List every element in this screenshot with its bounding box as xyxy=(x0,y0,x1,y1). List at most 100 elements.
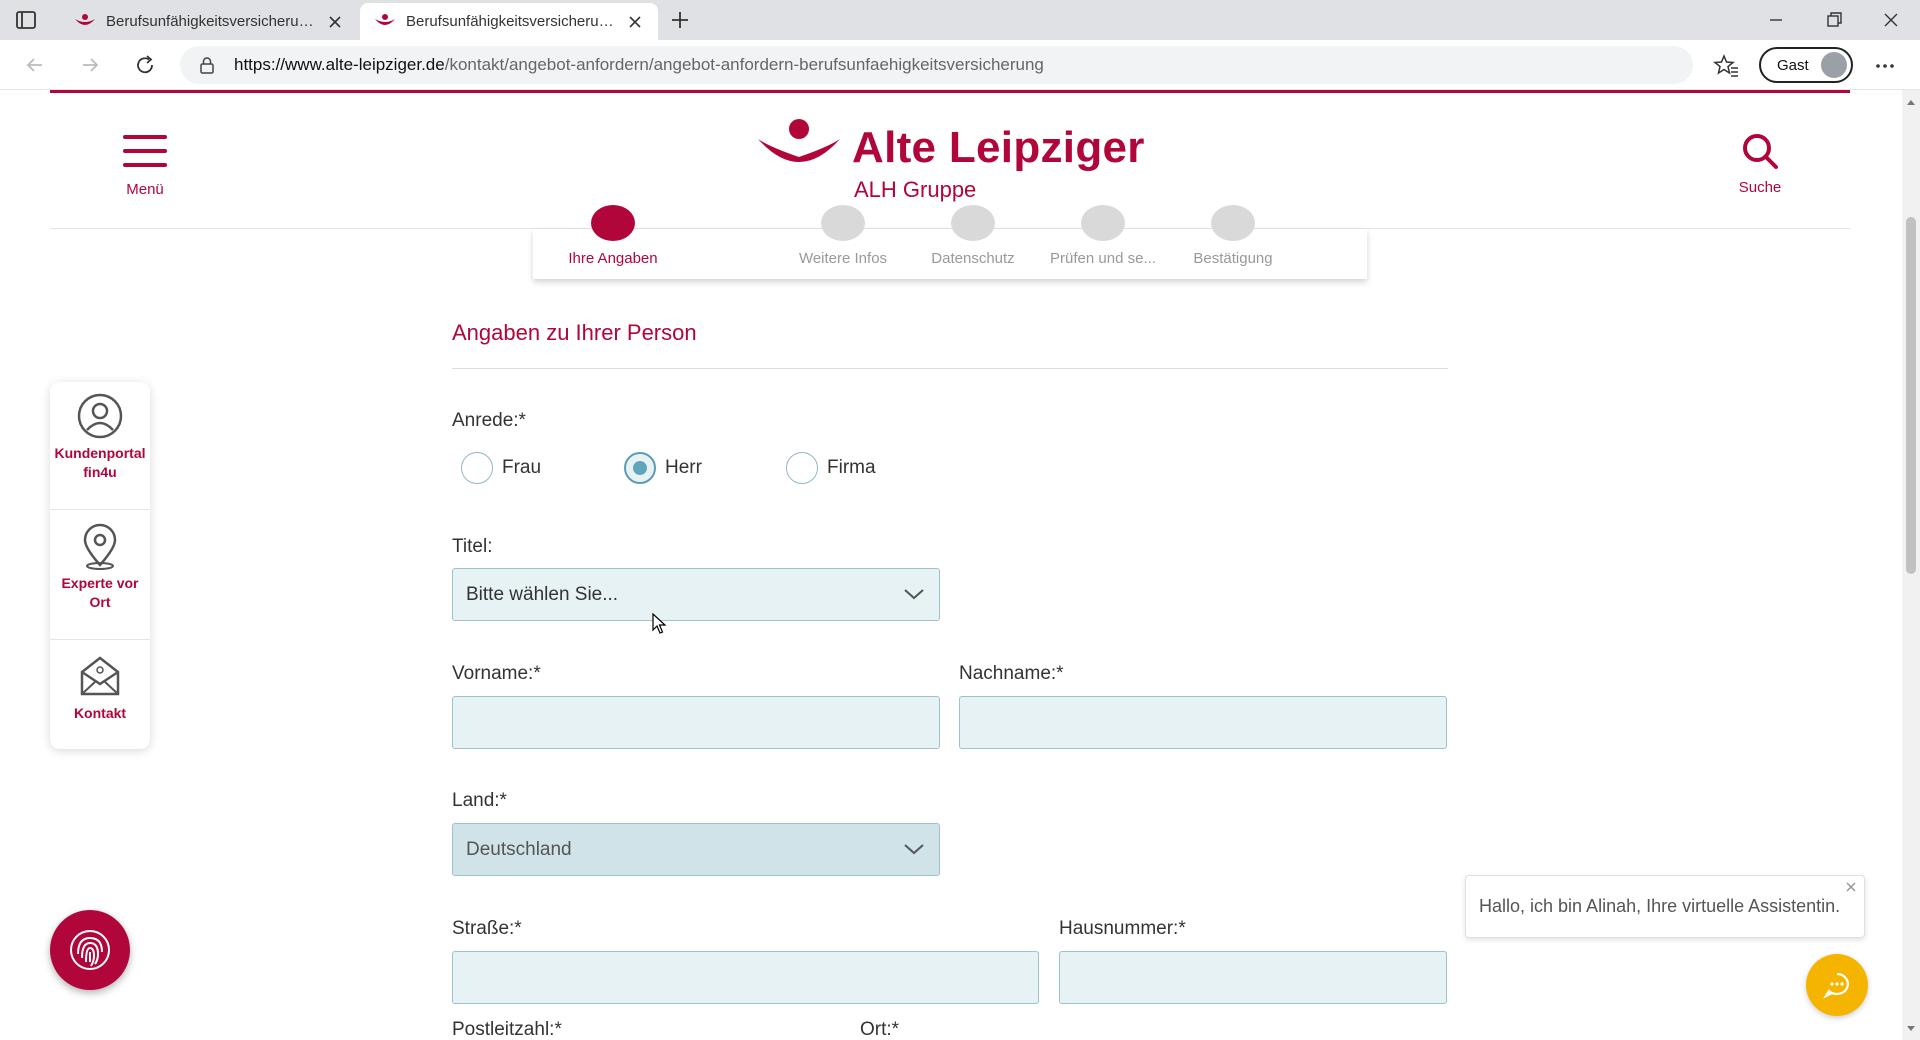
logo-subtitle: ALH Gruppe xyxy=(854,177,977,202)
sidebar-item-experte[interactable]: Experte vor Ort xyxy=(50,522,150,612)
land-select-value: Deutschland xyxy=(466,838,572,860)
scroll-down-icon[interactable] xyxy=(1906,1025,1916,1033)
browser-tab-2[interactable]: Berufsunfähigkeitsversicherung | xyxy=(360,3,658,40)
step-indicator xyxy=(591,205,635,241)
sidebar-item-kundenportal[interactable]: Kundenportal fin4u xyxy=(50,392,150,482)
scroll-up-icon[interactable] xyxy=(1906,98,1916,106)
page-viewport: Menü Alte Leipziger ALH Gruppe Suche Ihr… xyxy=(0,90,1902,1040)
browser-address-bar: https://www.alte-leipziger.de/kontakt/an… xyxy=(0,40,1920,90)
favorites-star-icon[interactable] xyxy=(1713,53,1739,79)
back-icon[interactable] xyxy=(22,52,48,78)
fingerprint-icon xyxy=(70,930,110,970)
sidebar-toggle-icon[interactable] xyxy=(14,8,38,32)
hausnummer-input[interactable] xyxy=(1059,951,1447,1004)
plz-label: Postleitzahl:* xyxy=(452,1019,562,1040)
scrollbar-thumb[interactable] xyxy=(1906,217,1916,574)
search-button[interactable]: Suche xyxy=(1730,131,1790,196)
step-label: Weitere Infos xyxy=(798,250,888,267)
site-logo[interactable]: Alte Leipziger ALH Gruppe xyxy=(756,117,1156,207)
step-label: Datenschutz xyxy=(931,250,1015,267)
close-icon[interactable] xyxy=(326,13,344,31)
titel-select[interactable]: Bitte wählen Sie... xyxy=(452,568,940,621)
step-indicator xyxy=(1211,205,1255,241)
step-bestaetigung: Bestätigung xyxy=(1163,205,1303,279)
section-divider xyxy=(452,368,1448,369)
strasse-label: Straße:* xyxy=(452,918,522,939)
url-domain: https://www.alte-leipziger.de xyxy=(234,55,445,74)
menu-button[interactable]: Menü xyxy=(120,133,170,198)
radio-herr[interactable]: Herr xyxy=(624,452,702,484)
search-icon xyxy=(1743,134,1778,169)
new-tab-icon[interactable] xyxy=(668,8,692,32)
reload-icon[interactable] xyxy=(132,52,158,78)
chat-greeting-bubble[interactable]: Hallo, ich bin Alinah, Ihre virtuelle As… xyxy=(1465,875,1865,938)
radio-label: Firma xyxy=(827,457,876,478)
browser-tab-1[interactable]: Berufsunfähigkeitsversicherung | xyxy=(60,3,358,40)
profile-button[interactable]: Gast xyxy=(1759,47,1853,83)
url-path: /kontakt/angebot-anfordern/angebot-anfor… xyxy=(444,55,1044,74)
step-indicator xyxy=(951,205,995,241)
land-label: Land:* xyxy=(452,790,507,811)
sidebar-item-label: Experte vor Ort xyxy=(61,575,139,610)
ort-label: Ort:* xyxy=(860,1019,900,1040)
favicon-icon xyxy=(375,13,395,25)
chat-greeting-text: Hallo, ich bin Alinah, Ihre virtuelle As… xyxy=(1479,896,1841,916)
radio-circle xyxy=(461,452,493,484)
sidebar-divider xyxy=(50,509,150,510)
logo-mark-icon xyxy=(758,119,840,162)
titel-label: Titel: xyxy=(452,536,493,557)
step-pruefen: Prüfen und se... xyxy=(1033,205,1173,279)
window-close-icon[interactable] xyxy=(1877,6,1905,34)
vertical-scrollbar[interactable] xyxy=(1902,90,1920,1040)
chat-icon xyxy=(1823,972,1849,999)
lock-icon xyxy=(200,57,214,74)
step-ihre-angaben[interactable]: Ihre Angaben xyxy=(553,205,673,279)
chevron-down-icon xyxy=(904,844,924,855)
radio-label: Frau xyxy=(502,457,542,478)
profile-label: Gast xyxy=(1777,56,1809,74)
search-label: Suche xyxy=(1738,179,1782,196)
avatar xyxy=(1821,52,1847,78)
step-indicator xyxy=(821,205,865,241)
fingerprint-button[interactable] xyxy=(50,910,130,990)
radio-firma[interactable]: Firma xyxy=(786,452,876,484)
radio-circle xyxy=(786,452,818,484)
browser-tab-bar: Berufsunfähigkeitsversicherung | Berufsu… xyxy=(0,0,1920,40)
strasse-input[interactable] xyxy=(452,951,1039,1004)
form-stepper: Ihre Angaben Weitere Infos Datenschutz P… xyxy=(533,205,1367,279)
step-label: Ihre Angaben xyxy=(568,250,658,267)
titel-select-value: Bitte wählen Sie... xyxy=(466,583,619,605)
close-icon[interactable] xyxy=(626,13,644,31)
location-pin-icon xyxy=(83,523,117,570)
restore-icon[interactable] xyxy=(1820,6,1848,34)
step-datenschutz: Datenschutz xyxy=(903,205,1043,279)
nachname-input[interactable] xyxy=(959,696,1447,749)
chat-open-button[interactable] xyxy=(1806,954,1868,1016)
step-weitere-infos: Weitere Infos xyxy=(773,205,913,279)
tab-title: Berufsunfähigkeitsversicherung | xyxy=(406,13,616,30)
envelope-icon xyxy=(80,656,120,696)
close-icon[interactable] xyxy=(1844,880,1858,894)
side-quicklinks: Kundenportal fin4u Experte vor Ort Konta… xyxy=(50,382,150,749)
step-label: Prüfen und se... xyxy=(1050,250,1156,267)
step-label: Bestätigung xyxy=(1193,250,1273,267)
radio-frau[interactable]: Frau xyxy=(461,452,541,484)
sidebar-item-kontakt[interactable]: Kontakt xyxy=(50,652,150,723)
menu-label: Menü xyxy=(126,181,164,198)
favicon-icon xyxy=(75,13,95,25)
url-field[interactable]: https://www.alte-leipziger.de/kontakt/an… xyxy=(180,46,1693,84)
logo-text: Alte Leipziger xyxy=(852,123,1145,172)
more-options-icon[interactable] xyxy=(1872,53,1898,79)
vorname-input[interactable] xyxy=(452,696,940,749)
user-circle-icon xyxy=(77,393,123,439)
mouse-cursor-icon xyxy=(652,613,667,634)
tab-title: Berufsunfähigkeitsversicherung | xyxy=(106,13,316,30)
step-indicator xyxy=(1081,205,1125,241)
minimize-icon[interactable] xyxy=(1762,6,1790,34)
hausnummer-label: Hausnummer:* xyxy=(1059,918,1186,939)
sidebar-item-label: Kontakt xyxy=(73,705,127,721)
land-select[interactable]: Deutschland xyxy=(452,823,940,876)
forward-icon[interactable] xyxy=(77,52,103,78)
radio-circle xyxy=(624,452,656,484)
anrede-label: Anrede:* xyxy=(452,410,526,431)
